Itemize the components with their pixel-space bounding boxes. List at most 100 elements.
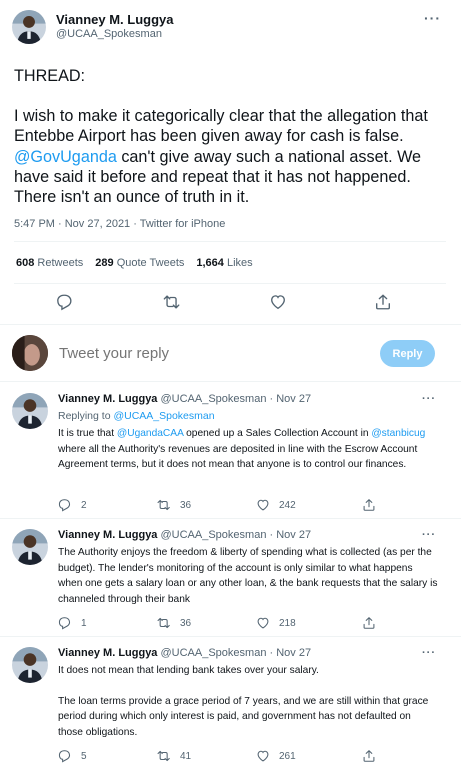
retweets-label: Retweets xyxy=(37,257,84,269)
reply-paragraph: The loan terms provide a grace period of… xyxy=(58,695,429,738)
reply-date[interactable]: Nov 27 xyxy=(276,647,311,659)
reply-icon[interactable] xyxy=(56,293,74,311)
share-icon xyxy=(363,499,375,511)
more-dots-icon[interactable]: ··· xyxy=(422,393,436,405)
like-icon[interactable] xyxy=(269,293,287,311)
mention-link[interactable]: @stanbicug xyxy=(371,428,425,439)
retweet-count: 36 xyxy=(180,617,192,629)
reply-text: The Authority enjoys the freedom & liber… xyxy=(58,547,438,605)
reply-text-part: opened up a Sales Collection Account in xyxy=(183,428,372,439)
thread-label: THREAD: xyxy=(14,67,86,85)
reply-tweet[interactable]: Vianney M. Luggya @UCAA_Spokesman · Nov … xyxy=(0,637,461,778)
avatar[interactable] xyxy=(12,647,48,683)
reply-tweet[interactable]: Vianney M. Luggya @UCAA_Spokesman · Nov … xyxy=(0,383,461,519)
share-action[interactable] xyxy=(362,616,376,630)
replying-to: Replying to @UCAA_Spokesman xyxy=(58,410,215,422)
author-name[interactable]: Vianney M. Luggya xyxy=(58,529,157,541)
reply-header: Vianney M. Luggya @UCAA_Spokesman · Nov … xyxy=(58,393,311,405)
separator: · xyxy=(266,647,277,659)
reply-header: Vianney M. Luggya @UCAA_Spokesman · Nov … xyxy=(58,647,311,659)
reply-paragraph: It does not mean that lending bank takes… xyxy=(58,665,319,676)
reply-count: 5 xyxy=(81,750,87,762)
like-count: 218 xyxy=(279,617,296,629)
avatar[interactable] xyxy=(12,10,46,44)
like-count: 242 xyxy=(279,499,296,511)
reply-date[interactable]: Nov 27 xyxy=(276,529,311,541)
reply-actions: 1 36 218 xyxy=(58,616,388,630)
tweet-timestamp[interactable]: 5:47 PM · Nov 27, 2021 · Twitter for iPh… xyxy=(14,218,225,230)
reply-actions: 5 41 261 xyxy=(58,749,388,763)
likes-stat[interactable]: 1,664 Likes xyxy=(196,257,252,269)
divider xyxy=(14,283,446,284)
mention-link[interactable]: @UCAA_Spokesman xyxy=(113,410,214,422)
retweet-icon xyxy=(157,499,170,511)
retweet-icon xyxy=(157,750,170,762)
retweets-count: 608 xyxy=(16,257,35,269)
tweet-stats: 608 Retweets 289 Quote Tweets 1,664 Like… xyxy=(16,257,253,269)
avatar[interactable] xyxy=(12,335,48,371)
tweet-text-part: I wish to make it categorically clear th… xyxy=(14,107,428,146)
retweet-action[interactable]: 36 xyxy=(157,498,191,512)
author-handle[interactable]: @UCAA_Spokesman xyxy=(56,28,162,40)
reply-action[interactable]: 2 xyxy=(58,498,87,512)
quotes-label: Quote Tweets xyxy=(116,257,185,269)
more-dots-icon[interactable]: ··· xyxy=(422,647,436,659)
like-action[interactable]: 218 xyxy=(256,616,296,630)
avatar[interactable] xyxy=(12,393,48,429)
reply-input[interactable] xyxy=(59,345,339,362)
tweet-body: I wish to make it categorically clear th… xyxy=(14,106,444,207)
author-handle[interactable]: @UCAA_Spokesman xyxy=(161,647,267,659)
reply-count: 2 xyxy=(81,499,87,511)
share-icon[interactable] xyxy=(374,293,392,311)
reply-actions: 2 36 242 xyxy=(58,498,388,512)
reply-date[interactable]: Nov 27 xyxy=(276,393,311,405)
likes-label: Likes xyxy=(226,257,253,269)
author-name[interactable]: Vianney M. Luggya xyxy=(58,647,157,659)
tweet-actions xyxy=(56,293,396,311)
like-icon xyxy=(257,617,269,629)
main-tweet: Vianney M. Luggya @UCAA_Spokesman ··· TH… xyxy=(0,0,461,323)
retweet-count: 36 xyxy=(180,499,192,511)
reply-text: It is true that @UgandaCAA opened up a S… xyxy=(58,426,438,473)
quotes-stat[interactable]: 289 Quote Tweets xyxy=(95,257,184,269)
reply-action[interactable]: 1 xyxy=(58,616,87,630)
author-name[interactable]: Vianney M. Luggya xyxy=(58,393,157,405)
tweet-text: THREAD: I wish to make it categorically … xyxy=(14,66,444,207)
reply-action[interactable]: 5 xyxy=(58,749,87,763)
share-action[interactable] xyxy=(362,498,376,512)
share-icon xyxy=(363,617,375,629)
mention-link[interactable]: @UgandaCAA xyxy=(117,428,183,439)
retweets-stat[interactable]: 608 Retweets xyxy=(16,257,83,269)
like-count: 261 xyxy=(279,750,296,762)
retweet-icon[interactable] xyxy=(163,293,181,311)
like-icon xyxy=(257,499,269,511)
reply-text-part: where all the Authority's revenues are d… xyxy=(58,443,418,471)
reply-tweet[interactable]: Vianney M. Luggya @UCAA_Spokesman · Nov … xyxy=(0,519,461,637)
separator: · xyxy=(266,393,277,405)
quotes-count: 289 xyxy=(95,257,114,269)
like-action[interactable]: 242 xyxy=(256,498,296,512)
reply-button[interactable]: Reply xyxy=(380,340,435,367)
avatar[interactable] xyxy=(12,529,48,565)
reply-text: It does not mean that lending bank takes… xyxy=(58,663,438,740)
like-action[interactable]: 261 xyxy=(256,749,296,763)
more-dots-icon[interactable]: ··· xyxy=(424,10,441,26)
reply-header: Vianney M. Luggya @UCAA_Spokesman · Nov … xyxy=(58,529,311,541)
separator: · xyxy=(266,529,277,541)
more-dots-icon[interactable]: ··· xyxy=(422,529,436,541)
retweet-action[interactable]: 41 xyxy=(157,749,191,763)
likes-count: 1,664 xyxy=(196,257,224,269)
reply-icon xyxy=(58,499,71,512)
share-action[interactable] xyxy=(362,749,376,763)
reply-text-part: It is true that xyxy=(58,428,117,439)
mention-link[interactable]: @GovUganda xyxy=(14,148,117,166)
author-handle[interactable]: @UCAA_Spokesman xyxy=(161,393,267,405)
retweet-action[interactable]: 36 xyxy=(157,616,191,630)
divider xyxy=(14,241,446,242)
reply-icon xyxy=(58,750,71,763)
retweet-count: 41 xyxy=(180,750,192,762)
author-handle[interactable]: @UCAA_Spokesman xyxy=(161,529,267,541)
author-name[interactable]: Vianney M. Luggya xyxy=(56,12,174,27)
retweet-icon xyxy=(157,617,170,629)
replying-label: Replying to xyxy=(58,410,114,422)
